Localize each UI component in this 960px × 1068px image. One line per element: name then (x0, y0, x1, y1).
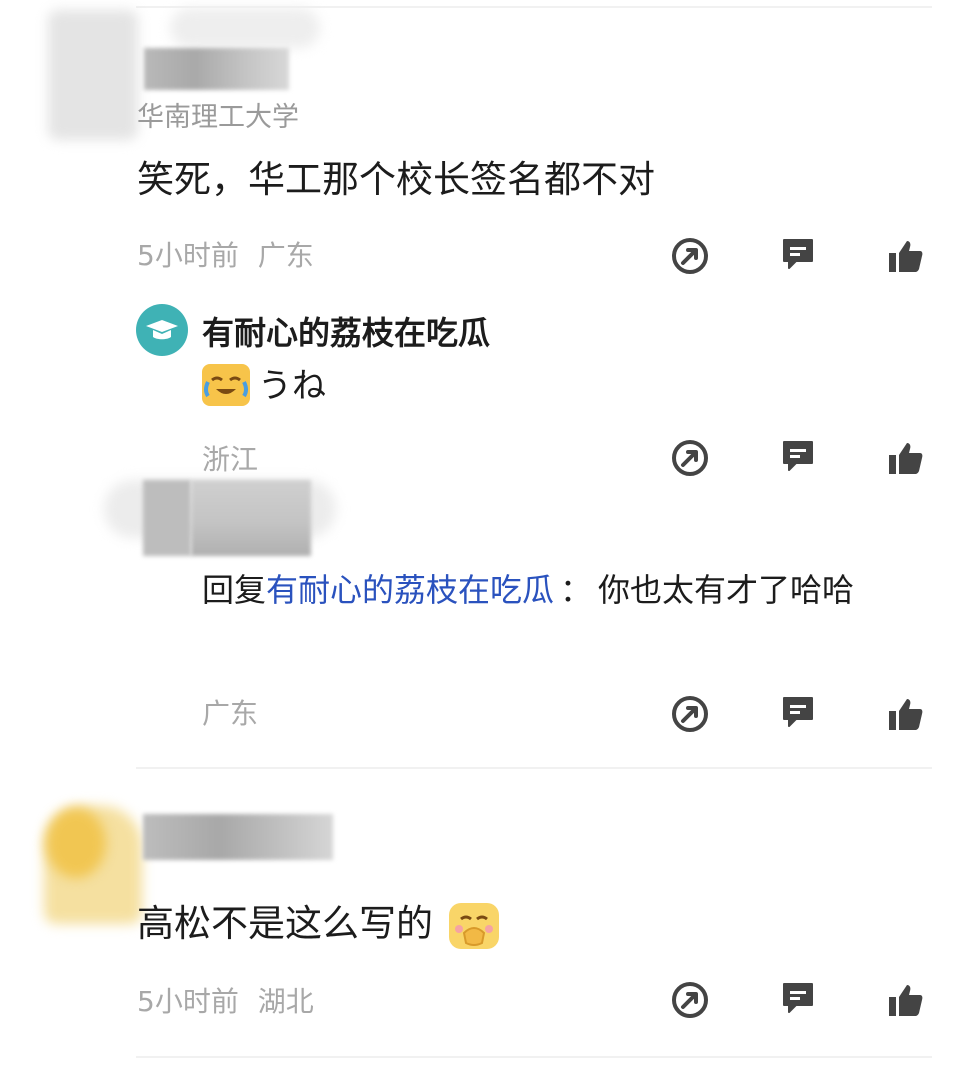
divider (136, 1056, 932, 1058)
shy-emoji-icon (448, 902, 499, 949)
share-icon[interactable] (670, 236, 710, 276)
mentioned-user-link[interactable]: 有耐心的荔枝在吃瓜 (266, 571, 554, 609)
username[interactable] (191, 480, 311, 556)
reply-text: うね (258, 366, 326, 406)
share-icon[interactable] (670, 980, 710, 1020)
comment-icon[interactable] (778, 978, 818, 1018)
comment-icon[interactable] (778, 436, 818, 476)
thumbs-up-icon[interactable] (886, 694, 926, 734)
share-icon[interactable] (670, 438, 710, 478)
crying-laugh-emoji-icon (202, 364, 250, 406)
graduation-cap-icon (136, 304, 188, 356)
location: 湖北 (257, 985, 314, 1018)
timestamp: 5小时前 (137, 985, 239, 1018)
location: 广东 (202, 697, 259, 730)
avatar-accent (46, 808, 106, 878)
divider (136, 767, 932, 769)
thumbs-up-icon[interactable] (886, 980, 926, 1020)
share-icon[interactable] (670, 694, 710, 734)
comment-text: 高松不是这么写的 (137, 902, 499, 949)
timestamp: 5小时前 (137, 239, 239, 272)
comment-icon[interactable] (778, 692, 818, 732)
username[interactable] (143, 814, 333, 860)
comment-text: 笑死，华工那个校长签名都不对 (137, 158, 655, 201)
thumbs-up-icon[interactable] (886, 438, 926, 478)
reply-body: 你也太有才了哈哈 (598, 571, 855, 609)
thumbs-up-icon[interactable] (886, 236, 926, 276)
reply-prefix: 回复 (202, 571, 267, 609)
school-label: 华南理工大学 (137, 102, 299, 133)
location: 广东 (257, 239, 314, 272)
reply-username[interactable]: 有耐心的荔枝在吃瓜 (202, 317, 490, 349)
comment-meta: 5小时前 广东 (137, 242, 314, 270)
avatar[interactable] (143, 480, 191, 556)
avatar[interactable] (48, 10, 138, 140)
reply-text: 回复有耐心的荔枝在吃瓜：你也太有才了哈哈 (202, 566, 942, 614)
username[interactable] (144, 48, 289, 90)
comment-icon[interactable] (778, 234, 818, 274)
location: 浙江 (202, 443, 259, 476)
avatar-decoration (170, 8, 320, 48)
reply-separator: ： (560, 571, 593, 609)
comment-meta: 5小时前 湖北 (137, 988, 314, 1016)
comment-body: 高松不是这么写的 (137, 902, 433, 945)
